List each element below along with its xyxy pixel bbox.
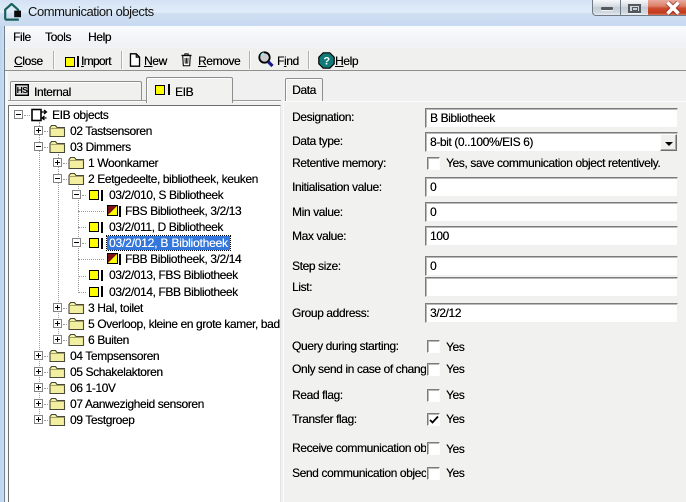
svg-text:HS: HS [17, 85, 29, 95]
svg-text:?: ? [323, 56, 330, 68]
